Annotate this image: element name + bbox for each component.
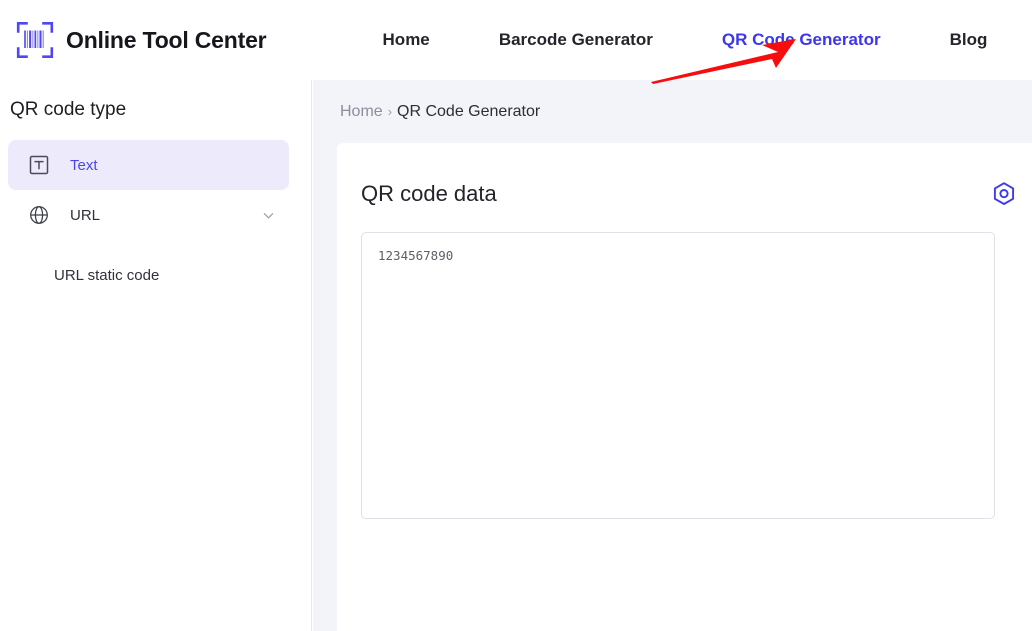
hex-nut-settings-icon[interactable] — [991, 181, 1017, 207]
card-title: QR code data — [361, 181, 497, 206]
qr-data-card: QR code data — [337, 143, 1032, 631]
site-header: Online Tool Center Home Barcode Generato… — [0, 0, 1032, 80]
qr-data-card-header: QR code data — [361, 177, 1019, 211]
sidebar-item-url[interactable]: URL — [8, 190, 289, 240]
text-box-icon — [29, 155, 49, 175]
brand-name: Online Tool Center — [66, 26, 267, 53]
main-nav: Home Barcode Generator QR Code Generator… — [320, 0, 1032, 80]
sidebar-item-label-text: Text — [70, 156, 98, 174]
brand-logo-block[interactable]: Online Tool Center — [0, 21, 320, 59]
sidebar-title: QR code type — [10, 99, 127, 120]
page-root: Online Tool Center Home Barcode Generato… — [0, 0, 1032, 631]
sidebar-subitem-url-static-code[interactable]: URL static code — [0, 254, 311, 298]
barcode-scan-icon — [16, 21, 54, 59]
nav-item-blog[interactable]: Blog — [950, 30, 988, 50]
nav-item-barcode-generator[interactable]: Barcode Generator — [499, 30, 653, 50]
nav-item-qr-code-generator[interactable]: QR Code Generator — [722, 30, 881, 50]
chevron-down-icon[interactable] — [262, 209, 275, 222]
breadcrumb-current: QR Code Generator — [397, 102, 541, 120]
nav-item-home[interactable]: Home — [383, 30, 430, 50]
sidebar-item-label-url: URL — [70, 206, 101, 224]
breadcrumb: Home › QR Code Generator — [313, 80, 1032, 143]
main-content: Home › QR Code Generator QR code data — [313, 80, 1032, 631]
sidebar-item-text[interactable]: Text — [8, 140, 289, 190]
sidebar: QR code type Text URL URL static code — [0, 80, 312, 631]
qr-code-data-textarea[interactable] — [361, 232, 995, 519]
breadcrumb-home[interactable]: Home — [340, 103, 383, 121]
breadcrumb-separator-icon: › — [387, 104, 393, 119]
globe-icon — [30, 206, 48, 224]
